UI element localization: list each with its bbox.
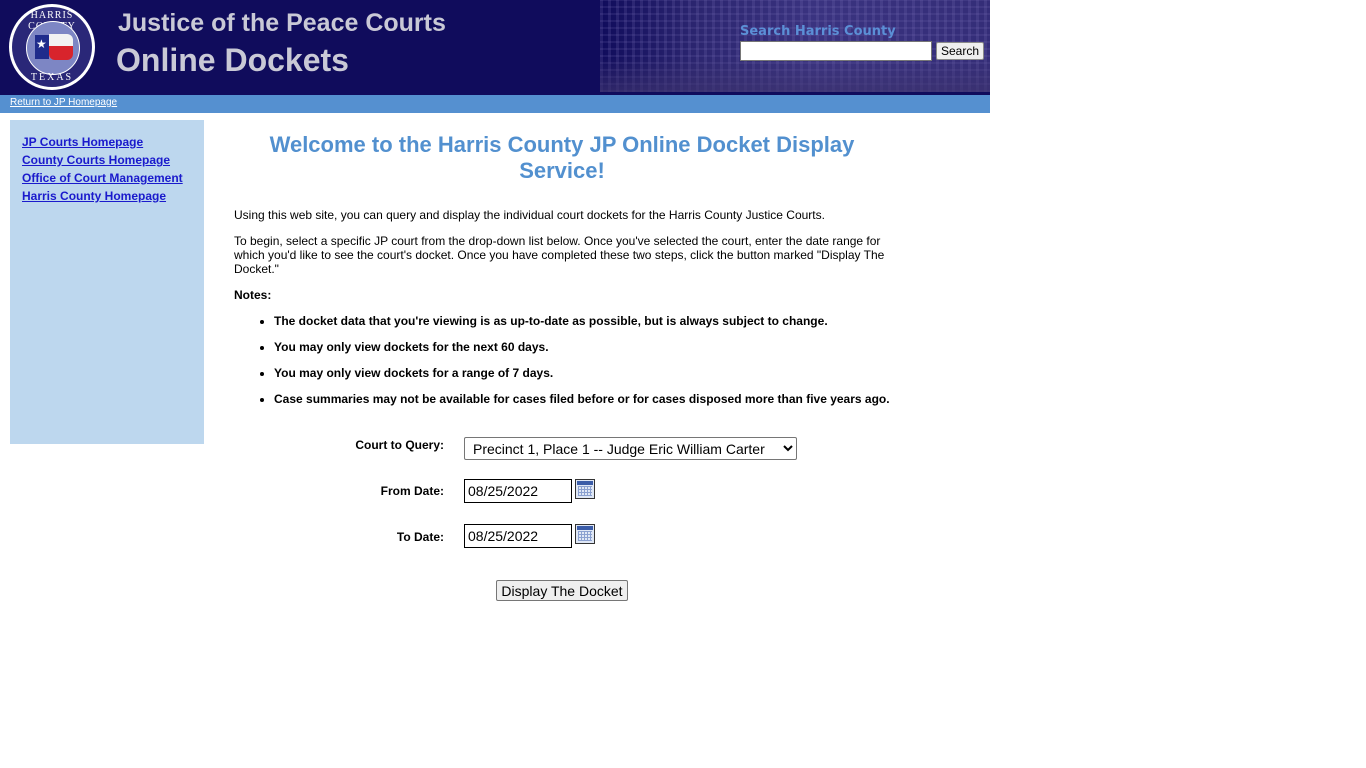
return-to-jp-homepage-link[interactable]: Return to JP Homepage [10, 97, 117, 108]
display-the-docket-button[interactable]: Display The Docket [496, 580, 628, 601]
intro-paragraph-2: To begin, select a specific JP court fro… [234, 234, 885, 276]
notes-list: The docket data that you're viewing is a… [234, 314, 954, 418]
note-item: Case summaries may not be available for … [274, 392, 954, 406]
harris-county-seal-logo: HARRIS COUNTY ★ TEXAS [9, 4, 95, 90]
to-date-input[interactable] [464, 524, 572, 548]
sidebar-item-county-courts-homepage[interactable]: County Courts Homepage [22, 153, 170, 167]
main-content: Welcome to the Harris County JP Online D… [234, 132, 894, 406]
site-header: HARRIS COUNTY ★ TEXAS Justice of the Pea… [0, 0, 990, 95]
star-icon: ★ [36, 37, 47, 51]
notes-label: Notes: [234, 288, 272, 302]
note-item: You may only view dockets for the next 6… [274, 340, 954, 354]
search-button[interactable]: Search [936, 42, 984, 60]
nav-bar: Return to JP Homepage [0, 95, 990, 113]
intro-paragraph-1: Using this web site, you can query and d… [234, 208, 825, 222]
from-date-calendar-icon[interactable] [575, 479, 595, 499]
court-to-query-label: Court to Query: [355, 438, 444, 452]
site-subtitle: Online Dockets [116, 42, 349, 78]
search-input[interactable] [740, 41, 932, 61]
from-date-label: From Date: [380, 484, 444, 498]
to-date-label: To Date: [396, 530, 444, 544]
to-date-calendar-icon[interactable] [575, 524, 595, 544]
sidebar-item-harris-county-homepage[interactable]: Harris County Homepage [22, 189, 166, 203]
sidebar-item-jp-courts-homepage[interactable]: JP Courts Homepage [22, 135, 143, 149]
site-title: Justice of the Peace Courts [118, 9, 446, 37]
seal-bottom-text: TEXAS [30, 72, 74, 83]
sidebar: JP Courts Homepage County Courts Homepag… [10, 120, 204, 444]
page-title: Welcome to the Harris County JP Online D… [269, 132, 855, 183]
from-date-input[interactable] [464, 479, 572, 503]
court-select[interactable]: Precinct 1, Place 1 -- Judge Eric Willia… [464, 437, 797, 460]
sidebar-item-office-of-court-management[interactable]: Office of Court Management [22, 171, 183, 185]
note-item: You may only view dockets for a range of… [274, 366, 954, 380]
note-item: The docket data that you're viewing is a… [274, 314, 954, 328]
search-label: Search Harris County [740, 24, 896, 39]
